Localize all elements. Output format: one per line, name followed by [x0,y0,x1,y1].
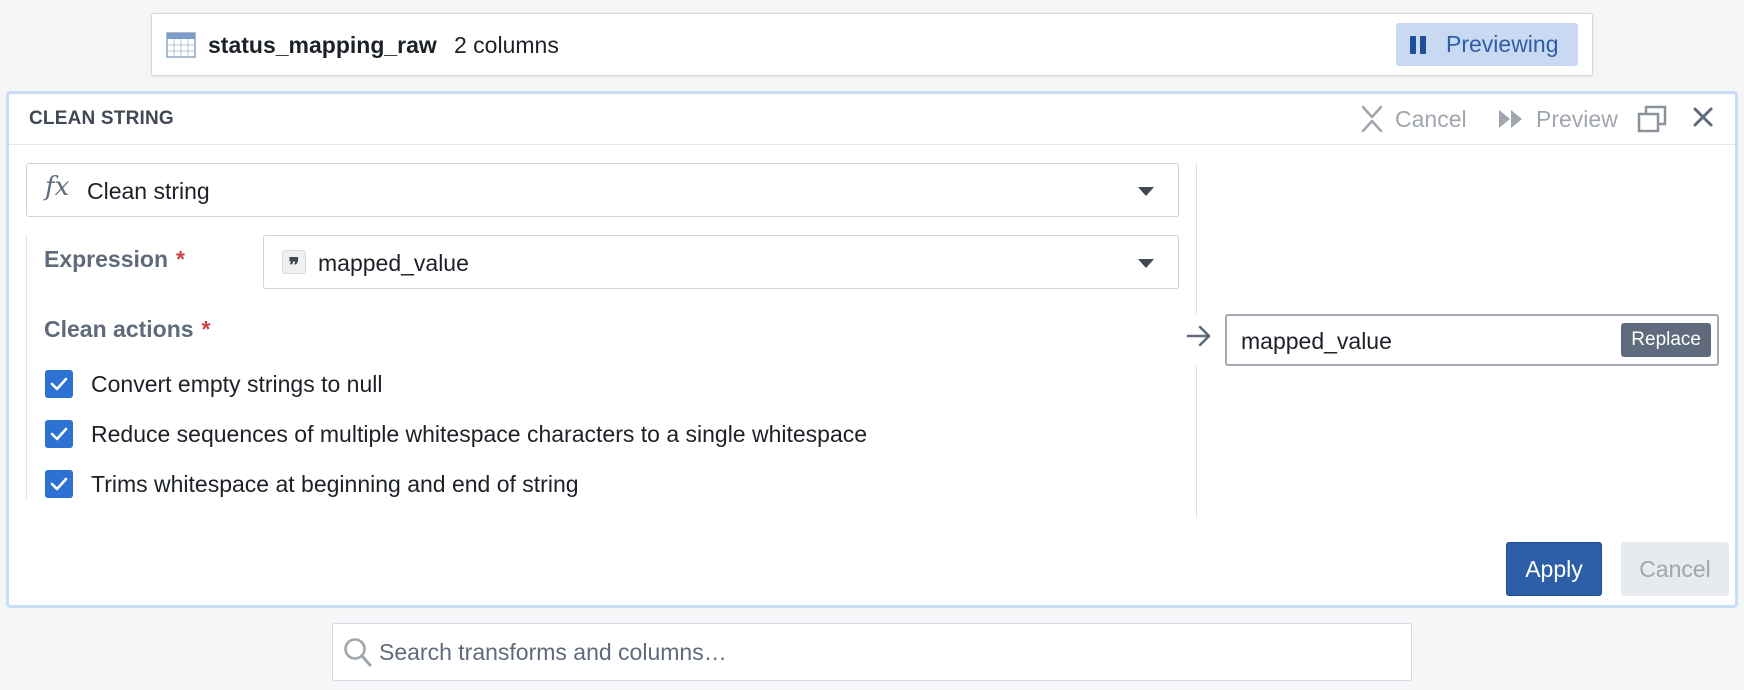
checkbox-checked[interactable] [45,470,73,498]
header-cancel-label: Cancel [1395,105,1467,132]
check-icon [50,377,68,391]
indent-divider [26,235,27,499]
panel-header: CLEAN STRING Cancel Preview [9,94,1735,145]
close-icon [1693,107,1713,127]
header-preview-label: Preview [1536,105,1618,132]
previewing-label: Previewing [1446,31,1559,57]
clean-action-option[interactable]: Reduce sequences of multiple whitespace … [45,419,867,449]
duplicate-button[interactable] [1637,105,1667,136]
checkbox-checked[interactable] [45,370,73,398]
required-asterisk: * [176,246,185,272]
fast-forward-icon [1499,110,1522,128]
column-divider-bottom [1196,366,1197,518]
table-icon [166,32,196,58]
dataset-column-count: 2 columns [454,32,559,58]
arrow-right-icon [1186,325,1211,347]
string-quote-icon: ❞ [282,250,306,277]
header-preview-button[interactable]: Preview [1498,102,1618,136]
search-input[interactable] [379,633,1379,671]
dataset-bar: status_mapping_raw 2 columns Previewing [151,13,1593,76]
expression-value: mapped_value [318,250,469,276]
clean-action-label: Reduce sequences of multiple whitespace … [91,420,868,447]
panel-title: CLEAN STRING [29,108,174,129]
cancel-button[interactable]: Cancel [1621,542,1729,596]
pause-icon [1410,35,1426,54]
expression-label: Expression * [44,246,185,272]
check-icon [50,477,68,491]
clean-action-option[interactable]: Convert empty strings to null [45,369,382,399]
clean-action-label: Convert empty strings to null [91,370,383,397]
function-select[interactable]: fx Clean string [26,163,1179,217]
output-column-value[interactable]: mapped_value [1241,327,1392,355]
duplicate-icon [1637,105,1667,133]
previewing-button[interactable]: Previewing [1396,23,1578,66]
caret-down-icon [1138,187,1154,196]
clean-string-panel: CLEAN STRING Cancel Preview fx Clean str… [6,91,1738,608]
required-asterisk: * [201,316,211,342]
caret-down-icon [1138,259,1154,268]
dataset-name: status_mapping_raw [208,32,437,58]
close-button[interactable] [1691,105,1715,132]
search-bar [332,623,1412,681]
search-icon [344,638,372,667]
apply-button[interactable]: Apply [1506,542,1602,596]
clean-action-label: Trims whitespace at beginning and end of… [91,470,579,497]
header-cancel-button[interactable]: Cancel [1361,102,1467,136]
fx-icon: fx [45,172,70,202]
output-column-input[interactable]: mapped_value Replace [1225,314,1719,366]
replace-tag[interactable]: Replace [1621,323,1711,357]
clean-action-option[interactable]: Trims whitespace at beginning and end of… [45,469,579,499]
column-divider-top [1196,163,1197,314]
clean-actions-label: Clean actions * [44,316,211,342]
collapse-icon [1361,105,1383,133]
function-select-label: Clean string [87,178,210,204]
check-icon [50,427,68,441]
expression-select[interactable]: ❞ mapped_value [263,235,1179,289]
checkbox-checked[interactable] [45,420,73,448]
